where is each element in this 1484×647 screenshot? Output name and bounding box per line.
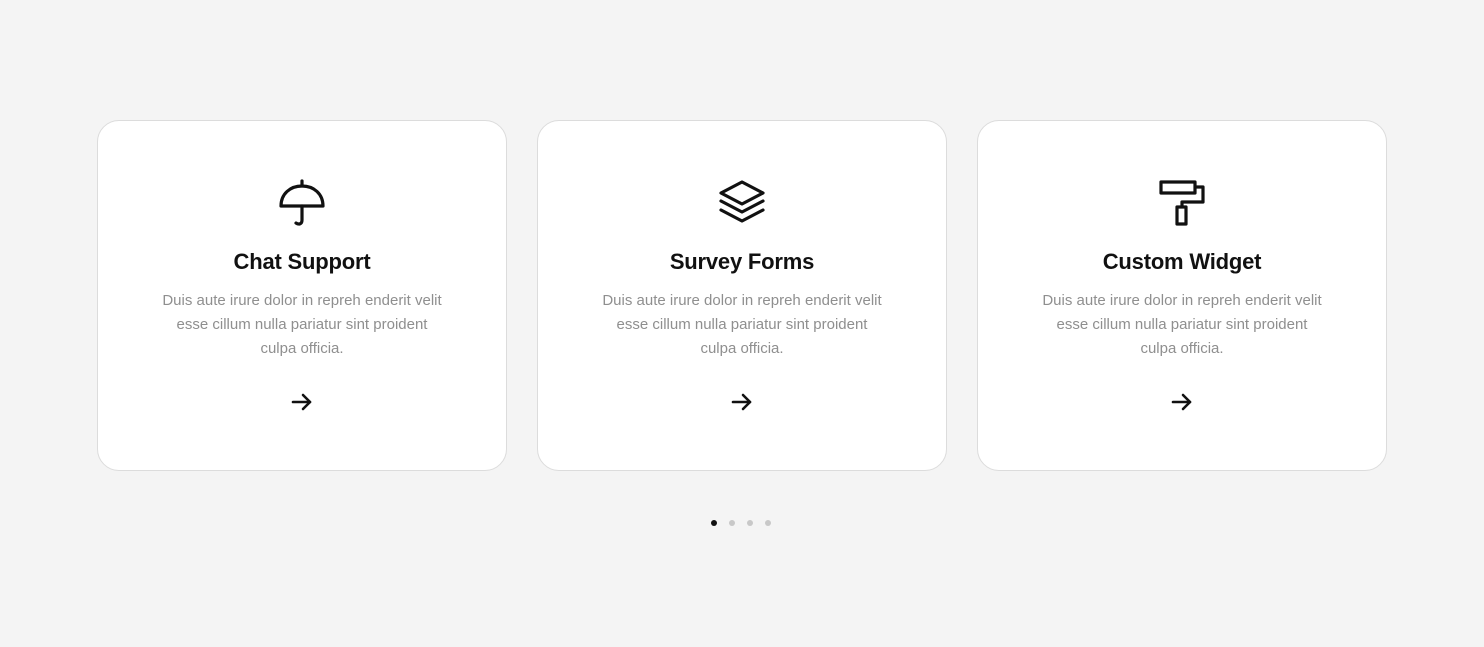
card-description: Duis aute irure dolor in repreh enderit …	[602, 292, 882, 357]
card-title: Chat Support	[233, 249, 371, 274]
pagination-dot-4[interactable]	[765, 520, 771, 526]
feature-card-chat-support: Chat Support Duis aute irure dolor in re…	[97, 120, 507, 471]
card-description: Duis aute irure dolor in repreh enderit …	[1042, 292, 1322, 357]
arrow-right-icon[interactable]	[1170, 390, 1194, 414]
feature-carousel: Chat Support Duis aute irure dolor in re…	[97, 120, 1387, 471]
carousel-pagination	[711, 520, 771, 528]
umbrella-icon	[278, 179, 326, 229]
paint-roller-icon	[1158, 179, 1206, 229]
pagination-dot-1[interactable]	[711, 520, 717, 526]
card-description: Duis aute irure dolor in repreh enderit …	[162, 292, 442, 357]
card-title: Custom Widget	[1102, 249, 1262, 274]
feature-card-custom-widget: Custom Widget Duis aute irure dolor in r…	[977, 120, 1387, 471]
pagination-dot-3[interactable]	[747, 520, 753, 526]
card-title: Survey Forms	[669, 249, 815, 274]
layers-icon	[718, 179, 766, 229]
arrow-right-icon[interactable]	[730, 390, 754, 414]
pagination-dot-2[interactable]	[729, 520, 735, 526]
arrow-right-icon[interactable]	[290, 390, 314, 414]
feature-card-survey-forms: Survey Forms Duis aute irure dolor in re…	[537, 120, 947, 471]
